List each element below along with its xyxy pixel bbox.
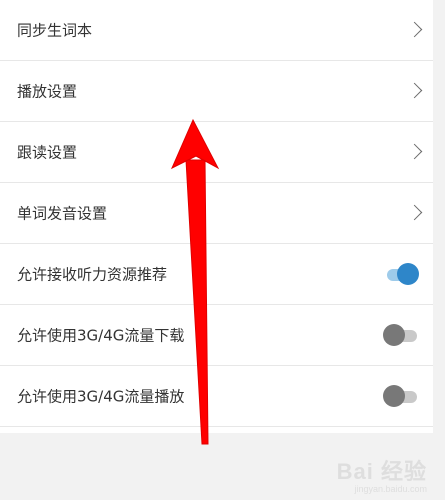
settings-screen: 同步生词本 播放设置 跟读设置 单词发音设置 允许接收听力资源推荐 允许使用3G… [0, 0, 445, 500]
chevron-right-icon [406, 21, 423, 38]
row-label: 允许接收听力资源推荐 [17, 265, 168, 284]
mobile-playback-toggle[interactable] [383, 385, 419, 407]
row-label: 同步生词本 [17, 21, 93, 40]
row-label: 跟读设置 [17, 143, 78, 162]
chevron-right-icon [406, 143, 423, 160]
row-repeat-settings[interactable]: 跟读设置 [0, 122, 433, 183]
row-label: 单词发音设置 [17, 204, 108, 223]
chevron-right-icon [406, 204, 423, 221]
toggle-knob [397, 263, 419, 285]
row-label: 允许使用3G/4G流量下载 [17, 326, 185, 345]
baidu-jingyan-watermark: Bai 经验 jingyan.baidu.com [337, 454, 427, 494]
row-label: 播放设置 [17, 82, 78, 101]
row-mobile-playback: 允许使用3G/4G流量播放 [0, 366, 433, 427]
row-sync-vocab[interactable]: 同步生词本 [0, 0, 433, 61]
toggle-knob [383, 324, 405, 346]
watermark-main: Bai 经验 [336, 459, 427, 484]
chevron-right-icon [406, 82, 423, 99]
row-label: 允许使用3G/4G流量播放 [17, 387, 185, 406]
settings-list: 同步生词本 播放设置 跟读设置 单词发音设置 允许接收听力资源推荐 允许使用3G… [0, 0, 433, 433]
toggle-knob [383, 385, 405, 407]
row-playback-settings[interactable]: 播放设置 [0, 61, 433, 122]
row-pronunciation-settings[interactable]: 单词发音设置 [0, 183, 433, 244]
row-mobile-download: 允许使用3G/4G流量下载 [0, 305, 433, 366]
listening-recommend-toggle[interactable] [383, 263, 419, 285]
row-listening-recommend: 允许接收听力资源推荐 [0, 244, 433, 305]
mobile-download-toggle[interactable] [383, 324, 419, 346]
right-gutter [433, 0, 445, 500]
